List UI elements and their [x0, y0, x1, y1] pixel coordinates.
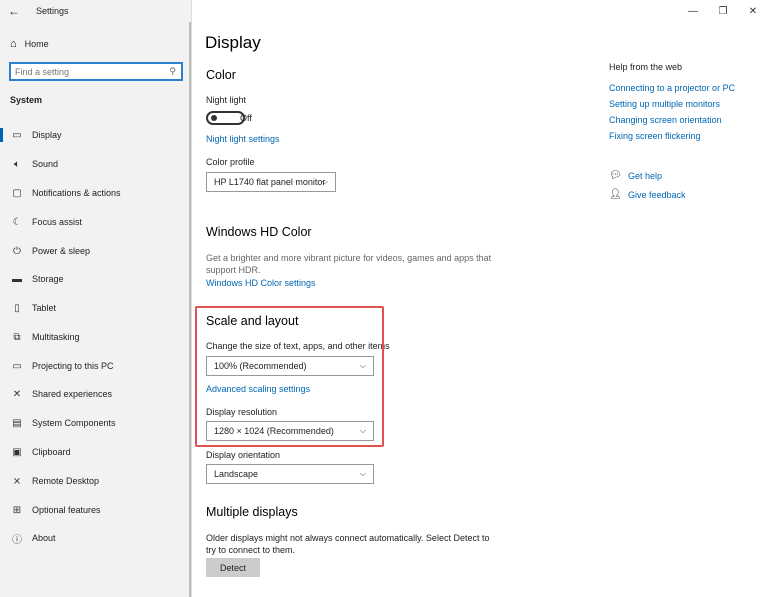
sidebar-item-label: Power & sleep	[32, 246, 91, 256]
detect-button[interactable]: Detect	[206, 558, 260, 577]
chevron-down-icon: ⌵	[321, 177, 328, 186]
app-title: Settings	[36, 6, 69, 16]
night-light-settings-link[interactable]: Night light settings	[206, 134, 280, 144]
home-nav-item[interactable]: ⌂ Home	[0, 34, 192, 54]
chevron-down-icon: ⌵	[359, 469, 366, 478]
sidebar-item-label: About	[32, 533, 56, 543]
sidebar-item-shared-experiences[interactable]: ✕ Shared experiences	[0, 383, 190, 405]
focus-icon: ☾	[12, 216, 22, 228]
help-link-projector[interactable]: Connecting to a projector or PC	[609, 83, 735, 93]
main-content: Display Color Night light Off Night ligh…	[192, 0, 768, 597]
notifications-icon: ▢	[12, 187, 22, 199]
clipboard-icon: ▣	[12, 446, 22, 458]
sidebar-item-optional-features[interactable]: ⊞ Optional features	[0, 499, 190, 521]
sidebar-item-label: Storage	[32, 274, 64, 284]
sidebar-item-notifications[interactable]: ▢ Notifications & actions	[0, 182, 190, 204]
sidebar-item-label: Shared experiences	[32, 389, 113, 399]
sidebar-item-sound[interactable]: 🔈︎ Sound	[0, 153, 190, 175]
sidebar-item-tablet[interactable]: ▯ Tablet	[0, 297, 190, 319]
sidebar-item-multitasking[interactable]: ⧉ Multitasking	[0, 326, 190, 348]
toggle-knob	[211, 115, 217, 121]
section-label: System	[10, 95, 43, 105]
sidebar-item-clipboard[interactable]: ▣ Clipboard	[0, 441, 190, 463]
help-link-orientation[interactable]: Changing screen orientation	[609, 115, 722, 125]
active-indicator	[0, 128, 3, 142]
help-panel: Help from the web Connecting to a projec…	[609, 0, 759, 597]
hd-color-heading: Windows HD Color	[206, 225, 312, 239]
sidebar-item-label: Focus assist	[32, 217, 83, 227]
get-help-row[interactable]: 💬︎ Get help	[609, 170, 662, 181]
sidebar-item-label: Multitasking	[32, 332, 80, 342]
sidebar-item-storage[interactable]: ▬ Storage	[0, 268, 190, 290]
components-icon: ▤	[12, 417, 22, 429]
about-icon: ⓘ	[12, 534, 22, 546]
projecting-icon: ▭	[12, 360, 22, 372]
mouse-cursor	[694, 498, 704, 508]
orientation-dropdown[interactable]: Landscape ⌵	[206, 464, 374, 484]
sidebar-item-label: Remote Desktop	[32, 476, 100, 486]
sidebar-item-about[interactable]: ⓘ About	[0, 527, 190, 549]
multitasking-icon: ⧉	[13, 331, 21, 343]
sidebar-scrollbar[interactable]	[189, 22, 191, 597]
sidebar-item-remote-desktop[interactable]: ⨯ Remote Desktop	[0, 470, 190, 492]
home-icon: ⌂	[10, 38, 17, 50]
sidebar-item-power[interactable]: ⏻ Power & sleep	[0, 240, 190, 262]
feedback-icon: 👤︎	[609, 189, 622, 200]
sidebar-item-label: Sound	[32, 159, 59, 169]
sidebar-item-label: System Components	[32, 418, 116, 428]
color-profile-dropdown[interactable]: HP L1740 flat panel monitor ⌵	[206, 172, 336, 192]
sidebar-item-label: Optional features	[32, 505, 101, 515]
color-heading: Color	[206, 68, 236, 82]
storage-icon: ▬	[12, 273, 22, 285]
scale-layout-highlight	[195, 306, 384, 447]
sidebar: ← Settings ⌂ Home ⚲ System ▭ Display 🔈︎ …	[0, 0, 192, 597]
hd-color-settings-link[interactable]: Windows HD Color settings	[206, 278, 316, 288]
sidebar-item-label: Display	[32, 130, 62, 140]
remote-desktop-icon: ⨯	[12, 475, 22, 487]
optional-features-icon: ⊞	[12, 504, 22, 516]
back-arrow-icon[interactable]: ←	[0, 0, 28, 22]
give-feedback-row[interactable]: 👤︎ Give feedback	[609, 189, 686, 200]
orientation-label: Display orientation	[206, 450, 281, 460]
color-profile-value: HP L1740 flat panel monitor	[214, 177, 326, 187]
sidebar-item-label: Tablet	[32, 303, 57, 313]
sidebar-item-focus-assist[interactable]: ☾ Focus assist	[0, 211, 190, 233]
help-link-flickering[interactable]: Fixing screen flickering	[609, 131, 701, 141]
shared-icon: ✕	[12, 388, 22, 400]
search-input[interactable]	[15, 66, 160, 77]
tablet-icon: ▯	[14, 302, 20, 314]
home-label: Home	[24, 39, 49, 49]
sidebar-item-label: Clipboard	[32, 447, 71, 457]
sidebar-item-system-components[interactable]: ▤ System Components	[0, 412, 190, 434]
hd-color-description: Get a brighter and more vibrant picture …	[206, 253, 492, 275]
get-help-link[interactable]: Get help	[628, 171, 662, 181]
multiple-displays-description: Older displays might not always connect …	[206, 533, 490, 555]
page-title: Display	[205, 33, 261, 52]
monitor-icon: ▭	[12, 129, 22, 141]
sidebar-item-display[interactable]: ▭ Display	[0, 124, 190, 146]
help-link-multiple-monitors[interactable]: Setting up multiple monitors	[609, 99, 720, 109]
search-icon[interactable]: ⚲	[169, 66, 176, 77]
sidebar-item-projecting[interactable]: ▭ Projecting to this PC	[0, 355, 190, 377]
sidebar-item-label: Notifications & actions	[32, 188, 121, 198]
night-light-label: Night light	[206, 95, 247, 105]
orientation-value: Landscape	[214, 469, 259, 479]
search-box[interactable]: ⚲	[9, 62, 183, 81]
night-light-state: Off	[240, 113, 252, 123]
power-icon: ⏻	[13, 245, 21, 257]
speaker-icon: 🔈︎	[14, 158, 20, 170]
help-title: Help from the web	[609, 62, 683, 72]
chat-icon: 💬︎	[609, 170, 622, 181]
titlebar: ← Settings	[0, 0, 192, 22]
give-feedback-link[interactable]: Give feedback	[628, 190, 686, 200]
multiple-displays-heading: Multiple displays	[206, 505, 298, 519]
sidebar-item-label: Projecting to this PC	[32, 361, 114, 371]
color-profile-label: Color profile	[206, 157, 255, 167]
